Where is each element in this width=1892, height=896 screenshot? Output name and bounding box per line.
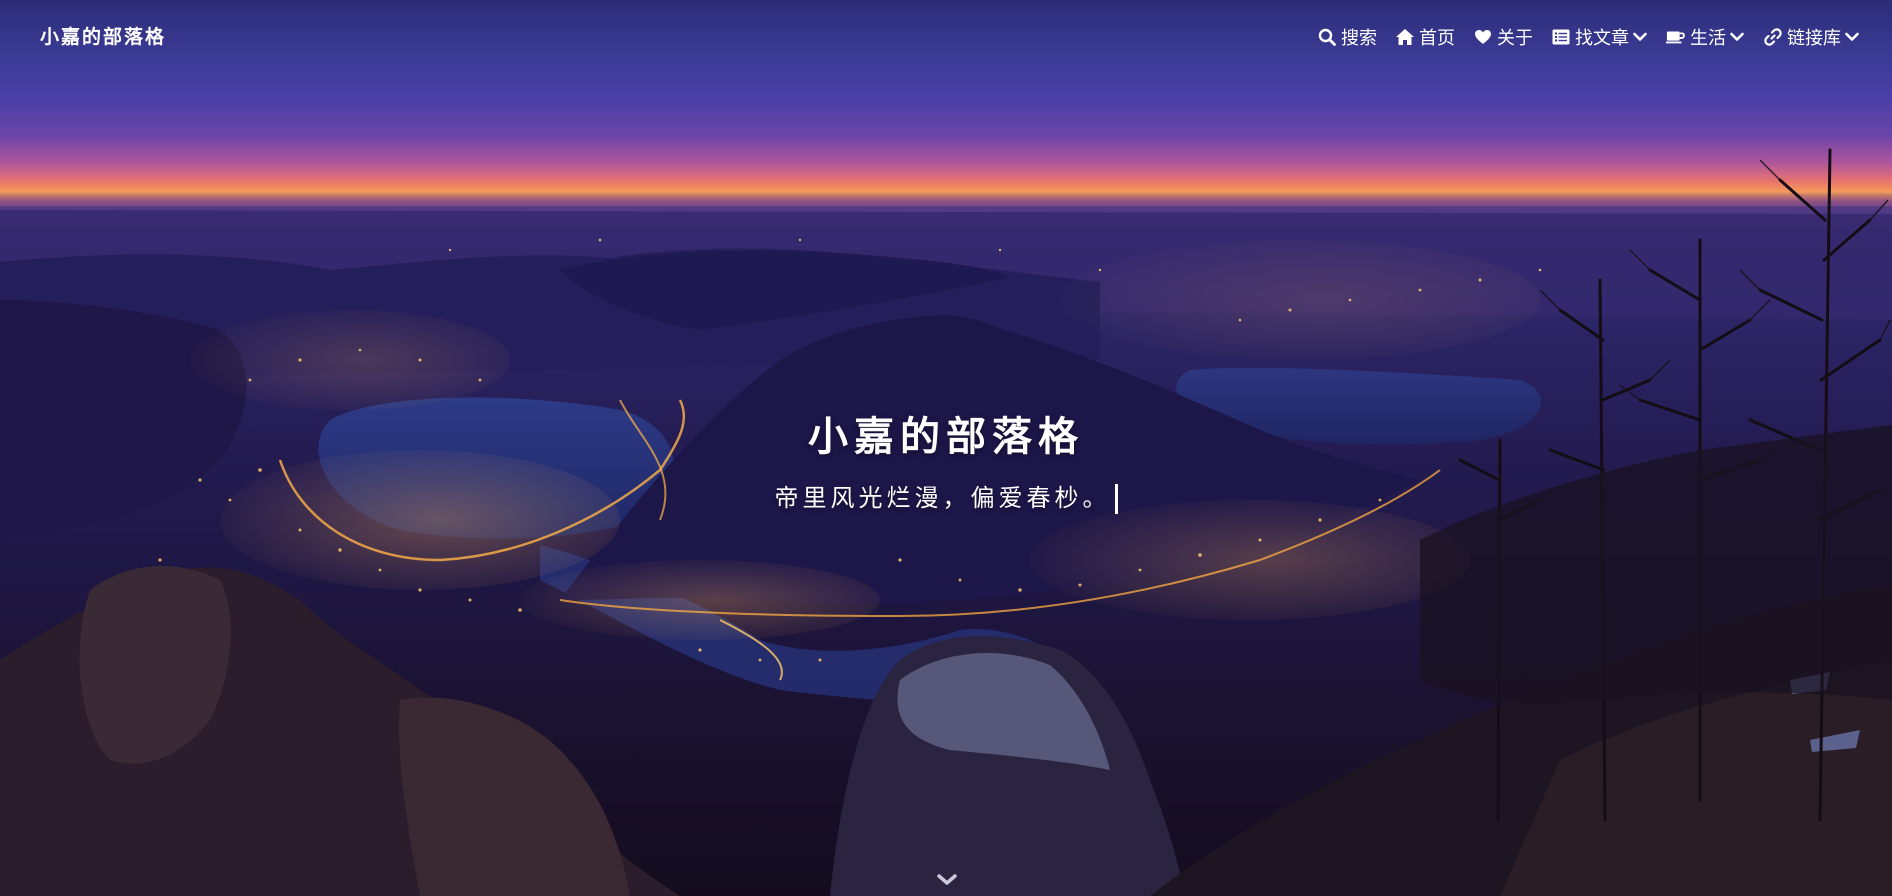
scroll-down-button[interactable] bbox=[936, 872, 958, 890]
site-subtitle: 帝里风光烂漫，偏爱春杪。 bbox=[774, 484, 1111, 512]
coffee-icon bbox=[1666, 27, 1686, 47]
hero-section: 小嘉的部落格 搜索 首页 关于 找文章 生活 链接库 小嘉的部落格 帝里风光烂漫… bbox=[0, 0, 1892, 896]
nav-item-links[interactable]: 链接库 bbox=[1763, 24, 1860, 50]
navbar: 小嘉的部落格 搜索 首页 关于 找文章 生活 链接库 bbox=[0, 0, 1892, 76]
link-icon bbox=[1763, 27, 1783, 47]
nav-item-home[interactable]: 首页 bbox=[1395, 24, 1455, 50]
site-brand[interactable]: 小嘉的部落格 bbox=[40, 22, 166, 49]
search-icon bbox=[1317, 27, 1337, 47]
nav-menu: 搜索 首页 关于 找文章 生活 链接库 bbox=[1299, 24, 1860, 50]
chevron-down-icon bbox=[937, 874, 957, 885]
nav-item-label: 找文章 bbox=[1575, 28, 1629, 49]
typing-cursor bbox=[1114, 484, 1118, 514]
chevron-down-icon bbox=[1632, 29, 1648, 45]
home-icon bbox=[1395, 27, 1415, 47]
nav-item-label: 链接库 bbox=[1787, 28, 1841, 49]
nav-item-label: 关于 bbox=[1497, 28, 1533, 49]
nav-item-label: 生活 bbox=[1690, 28, 1726, 49]
nav-item-life[interactable]: 生活 bbox=[1666, 24, 1745, 50]
nav-item-label: 搜索 bbox=[1341, 28, 1377, 49]
site-title: 小嘉的部落格 bbox=[808, 414, 1084, 460]
list-icon bbox=[1551, 27, 1571, 47]
chevron-down-icon bbox=[1844, 29, 1860, 45]
nav-item-about[interactable]: 关于 bbox=[1473, 24, 1533, 50]
nav-item-search[interactable]: 搜索 bbox=[1317, 24, 1377, 50]
nav-item-articles[interactable]: 找文章 bbox=[1551, 24, 1648, 50]
heart-icon bbox=[1473, 27, 1493, 47]
site-subtitle-wrap: 帝里风光烂漫，偏爱春杪。 bbox=[0, 478, 1892, 514]
nav-item-label: 首页 bbox=[1419, 28, 1455, 49]
chevron-down-icon bbox=[1729, 29, 1745, 45]
